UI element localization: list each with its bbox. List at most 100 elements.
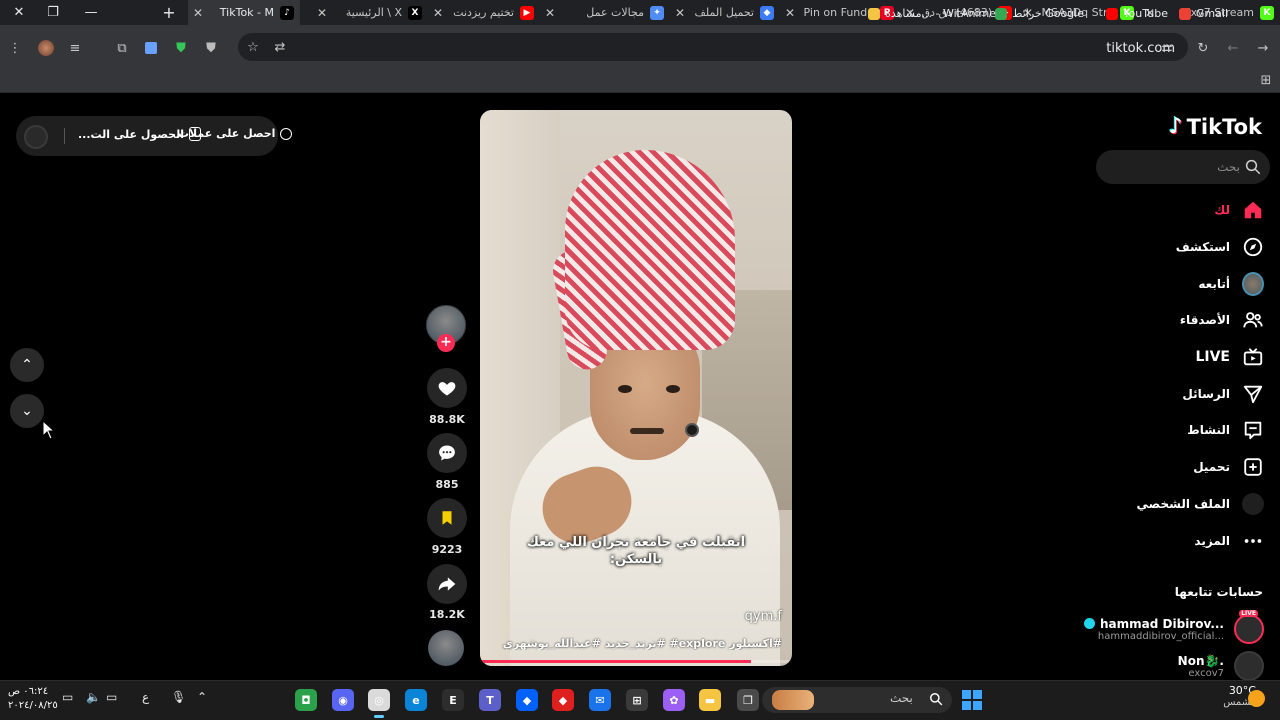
volume-icon[interactable]: 🔈 [86, 690, 101, 704]
minimize-window-button[interactable]: — [72, 0, 110, 25]
save-count: 9223 [431, 543, 463, 556]
network-icon[interactable]: ▭ [106, 690, 117, 704]
chevron-down-icon: ⌄ [21, 403, 33, 419]
language-indicator[interactable]: ع [142, 690, 149, 704]
restore-window-button[interactable]: ❐ [34, 0, 72, 25]
translate-icon[interactable]: ⇄ [271, 38, 289, 56]
get-app-link[interactable]: الحصول على الت... [78, 127, 201, 141]
site-settings-icon[interactable]: ⚌ [1158, 38, 1176, 56]
sidebar-item[interactable]: أتابعه [1198, 270, 1264, 298]
video-progress-bar[interactable] [480, 660, 792, 663]
tab-close-icon[interactable]: ✕ [782, 6, 798, 20]
video-player[interactable]: انقبلت في جامعة نجران اللي معك بالسكن: q… [480, 110, 792, 666]
bookmark-item[interactable]: YouTube [1106, 6, 1168, 21]
store-app-icon[interactable]: ⊞ [626, 689, 648, 711]
task-view-icon[interactable]: ❐ [737, 689, 759, 711]
bookmark-item[interactable]: خرائط Google [995, 6, 1084, 21]
close-window-button[interactable]: ✕ [0, 0, 38, 25]
shield-icon[interactable]: ⛊ [172, 39, 190, 57]
new-tab-button[interactable]: + [150, 0, 188, 25]
bookmarks-bar [0, 67, 1280, 93]
edge-app-icon[interactable]: e [405, 689, 427, 711]
sidebar-item[interactable]: الأصدقاء [1180, 306, 1264, 334]
next-creator-avatar[interactable] [428, 630, 464, 666]
red-app-icon[interactable]: ◆ [552, 689, 574, 711]
show-hidden-icons[interactable]: ⌃ [197, 690, 207, 704]
bookmark-favicon-icon [1178, 7, 1191, 20]
profile-avatar[interactable] [37, 39, 55, 57]
taskbar-clock[interactable]: ٠٦:٢٤ ص ٢٠٢٤/٠٨/٢٥ [8, 685, 58, 713]
extensions-icon[interactable]: ⧉ [113, 39, 131, 57]
start-button[interactable] [960, 688, 984, 712]
tab-close-icon[interactable]: ✕ [542, 6, 558, 20]
extension-icon[interactable] [142, 39, 160, 57]
next-video-button[interactable]: ⌄ [10, 394, 44, 428]
sun-icon [1248, 690, 1265, 707]
previous-video-button[interactable]: ⌃ [10, 348, 44, 382]
sidebar-item[interactable]: النشاط [1187, 416, 1264, 444]
following-account[interactable]: Non🐉. excov7 [1178, 649, 1264, 683]
video-hashtags[interactable]: #اكسبلور explore# #ترند_جديد #عبدالله_بو… [480, 637, 782, 650]
browser-tab[interactable]: ◆ تحميل الملف ✕ [670, 0, 780, 25]
user-avatar[interactable] [24, 125, 48, 149]
microphone-icon[interactable]: 🎙 [171, 690, 186, 704]
comment-button[interactable] [427, 433, 467, 473]
tiktok-logo[interactable]: ♪ TikTok [1169, 114, 1262, 139]
search-icon[interactable] [1244, 158, 1262, 176]
battery-icon[interactable]: ▭ [62, 690, 73, 704]
forward-icon[interactable]: ← [1224, 39, 1242, 57]
browser-tab[interactable]: ♪ TikTok - M ✕ [188, 0, 300, 25]
mail-app-icon[interactable]: ✉ [589, 689, 611, 711]
bookmark-item[interactable]: مشاهدة... - WitAnime [868, 6, 996, 21]
discord-app-icon[interactable]: ◉ [332, 689, 354, 711]
wechat-app-icon[interactable]: ◘ [295, 689, 317, 711]
menu-icon[interactable]: ⋮ [6, 39, 24, 57]
teams-app-icon[interactable]: T [479, 689, 501, 711]
video-subject [666, 385, 680, 393]
avatar [1234, 651, 1264, 681]
bookmark-favicon-icon [995, 7, 1008, 20]
sidebar-item-label: الملف الشخصي [1136, 497, 1230, 511]
search-input[interactable] [1106, 157, 1240, 177]
tab-close-icon[interactable]: ✕ [314, 6, 330, 20]
sidebar-item[interactable]: LIVE [1195, 343, 1264, 371]
dropbox-app-icon[interactable]: ◆ [516, 689, 538, 711]
following-account[interactable]: hammad Dibirov... hammaddibirov_official.… [1084, 610, 1264, 646]
share-button[interactable] [427, 564, 467, 604]
browser-tab[interactable]: ✦ مجالات عمل ✕ [540, 0, 670, 25]
back-icon[interactable]: → [1254, 39, 1272, 57]
browser-tab[interactable]: ▶ تختيم ريزدنت ✕ [428, 0, 540, 25]
tab-title: Pin on Fundo [803, 6, 875, 19]
copilot-app-icon[interactable]: ✿ [663, 689, 685, 711]
bookmark-label: مشاهدة... - WitAnime [885, 7, 996, 20]
bookmark-label: Gmail [1195, 7, 1228, 20]
reload-icon[interactable]: ↻ [1194, 39, 1212, 57]
epic-games-app-icon[interactable]: E [442, 689, 464, 711]
like-button[interactable] [427, 368, 467, 408]
save-button[interactable] [427, 498, 467, 538]
tab-close-icon[interactable]: ✕ [430, 6, 446, 20]
bookmark-item[interactable]: Gmail [1178, 6, 1228, 21]
address-bar[interactable] [238, 33, 1188, 61]
account-name-row: hammad Dibirov... [1084, 617, 1224, 631]
tab-close-icon[interactable]: ✕ [672, 6, 688, 20]
close-icon: ✕ [13, 5, 25, 20]
sidebar-item[interactable]: المزيد [1194, 527, 1264, 555]
browser-tab[interactable]: X X \ الرئيسية ✕ [312, 0, 428, 25]
sidebar-item[interactable]: تحميل [1193, 453, 1264, 481]
sidebar-item[interactable]: لك [1214, 196, 1264, 224]
chrome-app-icon[interactable]: ◎ [368, 689, 390, 711]
sidebar-item[interactable]: الملف الشخصي [1137, 490, 1264, 518]
bookmark-star-icon[interactable]: ☆ [244, 38, 262, 56]
minimize-icon: — [84, 5, 98, 20]
sidebar-item[interactable]: الرسائل [1182, 380, 1264, 408]
adblock-icon[interactable]: ⛊ [202, 39, 220, 57]
follow-button[interactable]: + [437, 334, 455, 352]
tab-close-icon[interactable]: ✕ [190, 6, 206, 20]
tab-title: تحميل الملف [694, 6, 754, 19]
apps-grid-icon[interactable]: ⊞ [1257, 71, 1275, 89]
media-control-icon[interactable]: ≡ [66, 39, 84, 57]
sidebar-item[interactable]: استكشف [1176, 233, 1264, 261]
file-explorer-app-icon[interactable]: ▬ [699, 689, 721, 711]
heart-icon [438, 382, 456, 396]
